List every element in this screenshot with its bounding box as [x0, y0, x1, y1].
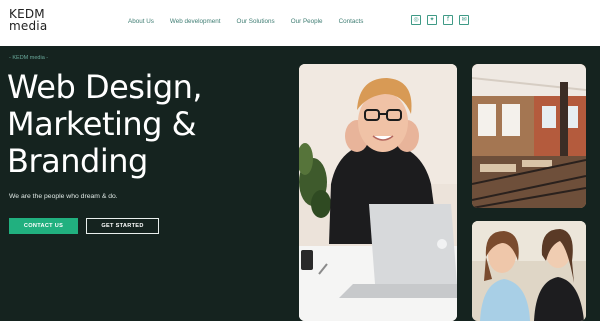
email-icon[interactable]: ✉ — [459, 15, 469, 25]
headline-line-3: Branding — [7, 142, 148, 180]
logo[interactable]: KEDM media — [9, 8, 47, 32]
instagram-icon[interactable]: ◎ — [411, 15, 421, 25]
contact-us-button[interactable]: CONTACT US — [9, 218, 78, 234]
twitter-icon[interactable]: ✦ — [427, 15, 437, 25]
nav-our-people[interactable]: Our People — [291, 18, 323, 25]
headline-line-1: Web Design, — [7, 68, 203, 106]
hero-photo-two-women — [472, 221, 586, 321]
nav-about-us[interactable]: About Us — [128, 18, 154, 25]
hero-photo-office-interior — [472, 64, 586, 208]
site-header: KEDM media About Us Web development Our … — [0, 0, 600, 46]
hero-photo-woman-laptop — [299, 64, 457, 321]
hero-tagline: We are the people who dream & do. — [9, 193, 118, 200]
nav-web-development[interactable]: Web development — [170, 18, 221, 25]
main-nav: About Us Web development Our Solutions O… — [128, 18, 363, 25]
nav-contacts[interactable]: Contacts — [339, 18, 364, 25]
logo-line-2: media — [9, 19, 48, 33]
social-links: ◎ ✦ f ✉ — [411, 15, 469, 25]
breadcrumb: - KEDM media - — [9, 55, 49, 61]
facebook-icon[interactable]: f — [443, 15, 453, 25]
headline-line-2: Marketing & — [7, 105, 197, 143]
hero-headline: Web Design, Marketing & Branding — [7, 69, 287, 180]
nav-our-solutions[interactable]: Our Solutions — [237, 18, 275, 25]
get-started-button[interactable]: GET STARTED — [86, 218, 159, 234]
